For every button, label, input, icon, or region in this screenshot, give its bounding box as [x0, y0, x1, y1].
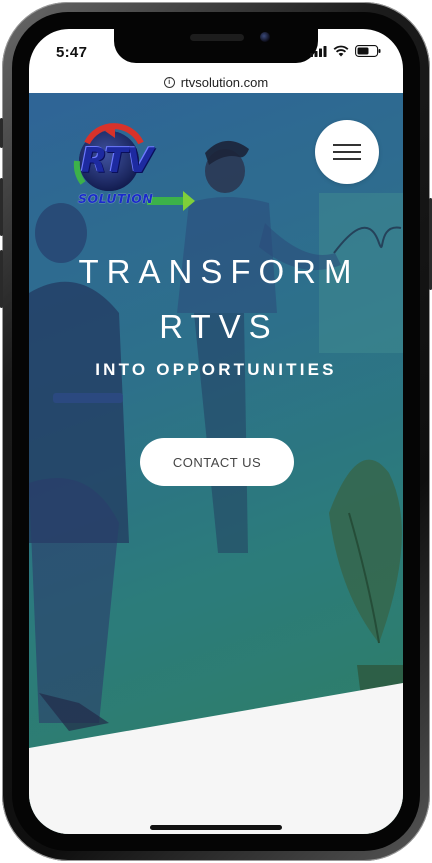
hamburger-bar	[333, 158, 361, 160]
hero-title-line2: RTVS	[159, 308, 279, 345]
logo-text: RTV	[81, 141, 153, 181]
battery-icon	[355, 45, 381, 57]
wifi-icon	[333, 45, 349, 57]
volume-up-button	[0, 178, 3, 236]
earpiece-speaker	[190, 34, 244, 41]
menu-button[interactable]	[315, 120, 379, 184]
hamburger-bar	[333, 151, 361, 153]
signal-icon	[310, 45, 327, 57]
home-indicator[interactable]	[150, 825, 282, 830]
volume-down-button	[0, 250, 3, 308]
status-icons	[310, 45, 381, 57]
hero-section: RTV SOLUTION TRANSFORM RTVS INTO OPPORTU…	[29, 93, 403, 834]
screen: 5:47 i rtvsolution.com RTV SOLUTION TRAN…	[29, 29, 403, 834]
url-text: rtvsolution.com	[180, 74, 269, 90]
address-bar[interactable]: i rtvsolution.com	[29, 71, 403, 93]
logo-subtext: SOLUTION	[78, 191, 154, 206]
hero-title-line1: TRANSFORM	[78, 253, 360, 290]
contact-us-button[interactable]: CONTACT US	[140, 438, 294, 486]
site-info-icon[interactable]: i	[163, 76, 175, 88]
status-time: 5:47	[56, 44, 88, 61]
rtv-logo[interactable]: RTV SOLUTION	[69, 121, 209, 216]
hamburger-menu-icon	[333, 144, 361, 146]
notch	[114, 29, 318, 63]
mute-switch	[0, 118, 3, 148]
front-camera	[260, 32, 270, 42]
hero-subtitle: INTO OPPORTUNITIES	[95, 360, 337, 379]
